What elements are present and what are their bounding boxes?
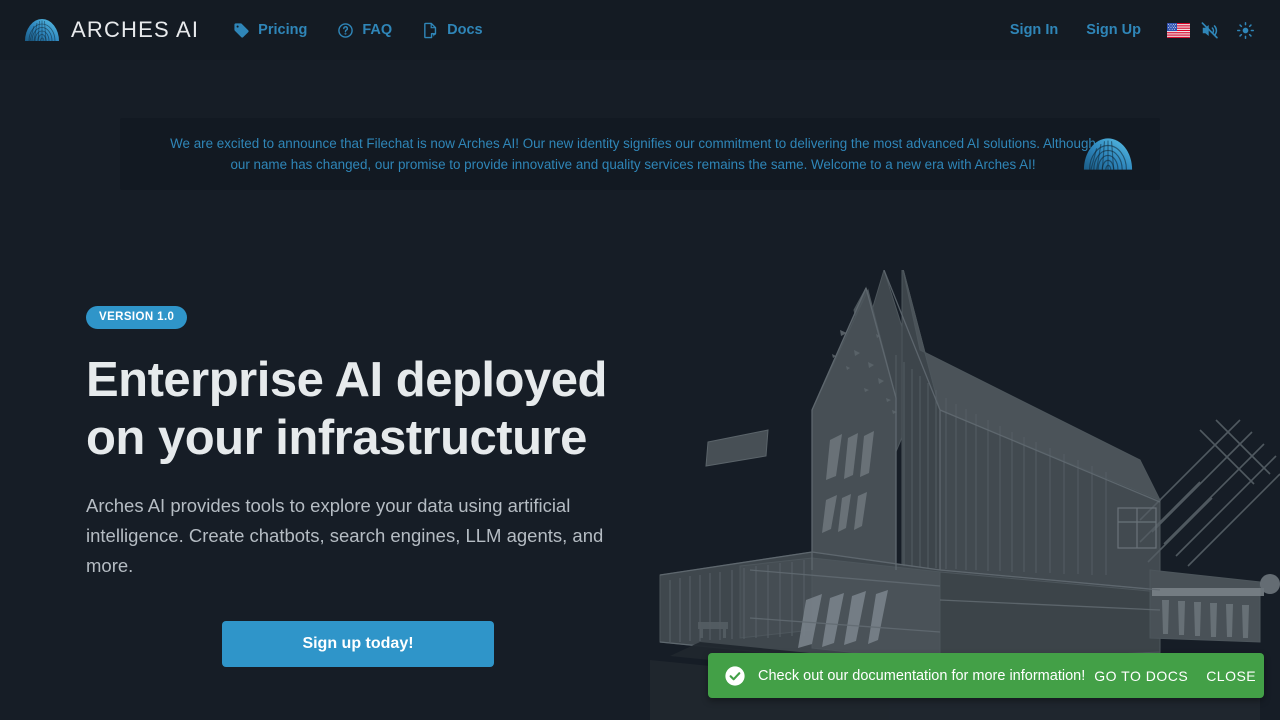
price-tag-icon: [233, 22, 250, 39]
version-badge: VERSION 1.0: [86, 306, 188, 329]
nav-item-faq[interactable]: FAQ: [337, 22, 392, 39]
nav-label-pricing: Pricing: [258, 22, 308, 38]
arch-dome-logo-icon: [24, 18, 60, 42]
landing-page: ARCHES AI Pricing FAQ Docs Sign In Sign …: [0, 0, 1280, 720]
go-to-docs-button[interactable]: GO TO DOCS: [1085, 662, 1197, 690]
page-title: Enterprise AI deployed on your infrastru…: [86, 351, 686, 467]
sun-icon[interactable]: [1228, 13, 1262, 47]
hero-title-line-1: Enterprise AI deployed: [86, 353, 607, 407]
main-navigation: Pricing FAQ Docs: [233, 22, 483, 39]
document-cursor-icon: [422, 22, 439, 39]
hero-subtitle: Arches AI provides tools to explore your…: [86, 495, 604, 576]
hero-section: VERSION 1.0 Enterprise AI deployed on yo…: [86, 306, 686, 667]
speaker-muted-icon[interactable]: [1192, 13, 1226, 47]
nav-item-pricing[interactable]: Pricing: [233, 22, 307, 39]
nav-label-docs: Docs: [447, 22, 483, 38]
announcement-line-1: We are excited to announce that Filechat…: [170, 135, 1040, 151]
brand-name: ARCHES AI: [71, 17, 200, 42]
sign-in-link[interactable]: Sign In: [996, 22, 1072, 38]
nav-item-docs[interactable]: Docs: [422, 22, 483, 39]
toast-actions: GO TO DOCS CLOSE: [1085, 662, 1265, 690]
us-flag-icon[interactable]: [1167, 22, 1190, 38]
announcement-text: We are excited to announce that Filechat…: [120, 133, 1160, 176]
nav-label-faq: FAQ: [362, 22, 393, 38]
announcement-banner: We are excited to announce that Filechat…: [120, 118, 1160, 190]
brand-logo-link[interactable]: ARCHES AI: [24, 17, 199, 43]
toast-notification: Check out our documentation for more inf…: [708, 653, 1264, 698]
sign-up-today-button[interactable]: Sign up today!: [222, 621, 494, 667]
hero-title-line-2: on your infrastructure: [86, 411, 587, 465]
close-toast-button[interactable]: CLOSE: [1197, 662, 1265, 690]
banner-arch-dome-logo-icon: [1082, 137, 1134, 171]
site-header: ARCHES AI Pricing FAQ Docs Sign In Sign …: [0, 0, 1280, 60]
header-actions: Sign In Sign Up: [996, 13, 1262, 47]
question-circle-icon: [337, 22, 354, 39]
check-circle-icon: [724, 665, 746, 687]
sign-up-link[interactable]: Sign Up: [1072, 22, 1155, 38]
toast-message: Check out our documentation for more inf…: [758, 667, 1086, 684]
hero-cta-wrapper: Sign up today!: [86, 621, 686, 667]
